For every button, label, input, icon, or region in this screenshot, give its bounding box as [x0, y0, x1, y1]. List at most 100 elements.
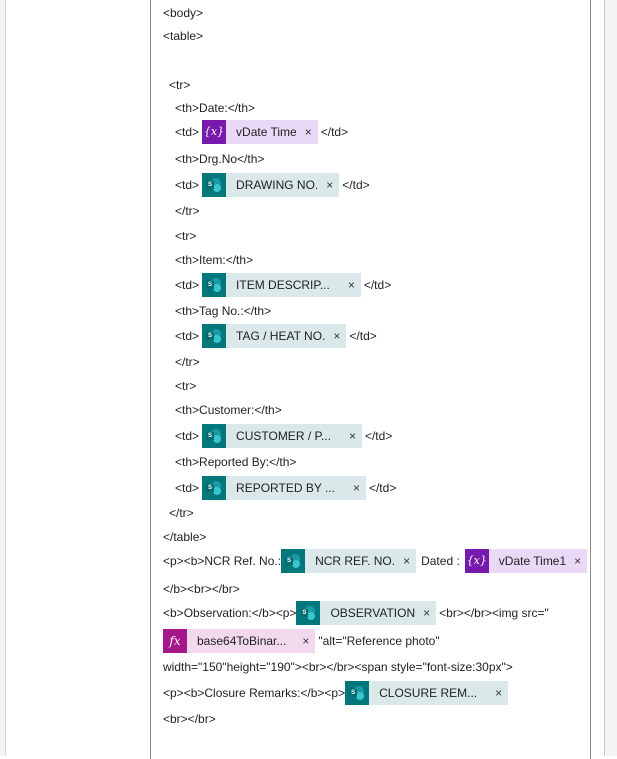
- code-line: <p><b>NCR Ref. No.: S NCR REF. NO. × Dat…: [163, 549, 590, 573]
- code-text: <tr>: [175, 379, 197, 393]
- code-text: </td>: [364, 429, 393, 443]
- code-line: <th>Reported By:</th>: [175, 452, 296, 472]
- remove-token-icon[interactable]: ×: [350, 476, 366, 500]
- code-line: <tr>: [169, 75, 190, 95]
- token-label: CUSTOMER / P...: [226, 424, 347, 448]
- sharepoint-icon: S: [202, 273, 227, 297]
- code-text: <th>Customer:</th>: [175, 403, 282, 417]
- code-text: <td>: [175, 329, 200, 343]
- scrollbar-track[interactable]: [604, 0, 617, 756]
- code-text: <th>Tag No.:</th>: [175, 304, 272, 318]
- code-text: <p><b>NCR Ref. No.:: [163, 554, 282, 568]
- code-text: <td>: [175, 429, 200, 443]
- token-observation[interactable]: S OBSERVATION ×: [296, 601, 437, 625]
- code-line: <tr>: [175, 226, 196, 246]
- token-tag-heat-no[interactable]: S TAG / HEAT NO. ×: [202, 324, 347, 348]
- sharepoint-icon: S: [281, 549, 306, 573]
- sharepoint-icon: S: [202, 173, 227, 197]
- token-label: NCR REF. NO.: [305, 549, 402, 573]
- remove-token-icon[interactable]: ×: [324, 173, 340, 197]
- sharepoint-icon: S: [202, 424, 227, 448]
- code-text: </td>: [342, 178, 370, 192]
- code-text: </td>: [320, 125, 349, 139]
- code-text: <br></br>: [163, 712, 216, 726]
- code-line: <th>Drg.No</th>: [175, 149, 264, 169]
- token-customer[interactable]: S CUSTOMER / P... ×: [202, 424, 362, 448]
- code-line: </table>: [163, 527, 206, 547]
- code-line: <table>: [163, 26, 203, 46]
- variable-icon: {x}: [464, 549, 489, 573]
- code-text: </tr>: [175, 204, 200, 218]
- code-text: <table>: [163, 29, 204, 43]
- remove-token-icon[interactable]: ×: [401, 549, 417, 573]
- code-line: <th>Date:</th>: [175, 98, 255, 118]
- code-text: </td>: [368, 481, 397, 495]
- token-ncr-ref-no[interactable]: S NCR REF. NO. ×: [281, 549, 417, 573]
- code-line: </tr>: [175, 201, 200, 221]
- sharepoint-icon: S: [202, 324, 227, 348]
- remove-token-icon[interactable]: ×: [421, 601, 437, 625]
- code-text: <p><b>Closure Remarks:</b><p>: [163, 686, 346, 700]
- code-text: <tr>: [175, 229, 197, 243]
- code-line: <td> S CUSTOMER / P... × </td>: [175, 424, 393, 448]
- token-drawing-no[interactable]: S DRAWING NO. ×: [202, 173, 340, 197]
- code-text: </td>: [349, 329, 377, 343]
- remove-token-icon[interactable]: ×: [331, 324, 347, 348]
- code-line: <tr>: [175, 376, 196, 396]
- remove-token-icon[interactable]: ×: [493, 681, 509, 705]
- remove-token-icon[interactable]: ×: [300, 629, 316, 653]
- code-text: </b><br></br>: [163, 582, 240, 596]
- left-panel-strip: [0, 0, 6, 756]
- token-label: vDate Time1: [488, 549, 573, 573]
- token-label: ITEM DESCRIP...: [226, 273, 346, 297]
- code-line: width="150"height="190"><br></br><span s…: [163, 657, 513, 677]
- code-line: <td> S ITEM DESCRIP... × </td>: [175, 273, 392, 297]
- token-label: OBSERVATION: [320, 601, 422, 625]
- code-line: <b>Observation:</b><p> S OBSERVATION × <…: [163, 601, 549, 625]
- code-line: <td> S TAG / HEAT NO. × </td>: [175, 324, 377, 348]
- remove-token-icon[interactable]: ×: [302, 120, 318, 144]
- token-label: CLOSURE REM...: [369, 681, 494, 705]
- code-line: </tr>: [169, 503, 194, 523]
- code-text: </tr>: [175, 355, 200, 369]
- code-text: <td>: [175, 125, 200, 139]
- token-label: REPORTED BY ...: [226, 476, 351, 500]
- remove-token-icon[interactable]: ×: [345, 273, 361, 297]
- code-text: <br></br><img src=": [439, 606, 549, 620]
- code-line: <td> S DRAWING NO. × </td>: [175, 173, 370, 197]
- token-base64-expression[interactable]: fx base64ToBinar... ×: [163, 629, 316, 653]
- code-text: </tr>: [169, 506, 194, 520]
- token-label: base64ToBinar...: [187, 629, 301, 653]
- code-text: </td>: [363, 278, 392, 292]
- remove-token-icon[interactable]: ×: [572, 549, 588, 573]
- code-line: <th>Tag No.:</th>: [175, 301, 271, 321]
- code-line: <body>: [163, 3, 203, 23]
- remove-token-icon[interactable]: ×: [346, 424, 362, 448]
- sharepoint-icon: S: [296, 601, 321, 625]
- code-text: <th>Drg.No</th>: [175, 152, 265, 166]
- token-vdate-time1[interactable]: {x} vDate Time1 ×: [464, 549, 588, 573]
- code-text: </table>: [163, 530, 207, 544]
- code-text: <body>: [163, 6, 204, 20]
- token-item-description[interactable]: S ITEM DESCRIP... ×: [202, 273, 361, 297]
- code-text: Dated :: [421, 554, 460, 568]
- token-label: vDate Time: [226, 120, 303, 144]
- html-body-editor[interactable]: <body> <table> <tr> <th>Date:</th> <td> …: [150, 0, 591, 759]
- code-line: <th>Item:</th>: [175, 250, 253, 270]
- code-text: <th>Item:</th>: [175, 253, 254, 267]
- code-line: fx base64ToBinar... × "alt="Reference ph…: [163, 629, 440, 653]
- sharepoint-icon: S: [202, 476, 227, 500]
- function-icon: fx: [163, 629, 187, 653]
- code-text: width="150"height="190"><br></br><span s…: [163, 660, 513, 674]
- code-line: <p><b>Closure Remarks:</b><p> S CLOSURE …: [163, 681, 511, 705]
- token-closure-remarks[interactable]: S CLOSURE REM... ×: [345, 681, 509, 705]
- token-reported-by[interactable]: S REPORTED BY ... ×: [202, 476, 366, 500]
- token-vdate-time[interactable]: {x} vDate Time ×: [202, 120, 318, 144]
- code-line: <th>Customer:</th>: [175, 400, 282, 420]
- code-line: <td> {x} vDate Time × </td>: [175, 120, 349, 144]
- code-text: <td>: [175, 178, 200, 192]
- token-label: TAG / HEAT NO.: [226, 324, 332, 348]
- code-text: "alt="Reference photo": [318, 634, 440, 648]
- code-text: <td>: [175, 278, 200, 292]
- sharepoint-icon: S: [345, 681, 370, 705]
